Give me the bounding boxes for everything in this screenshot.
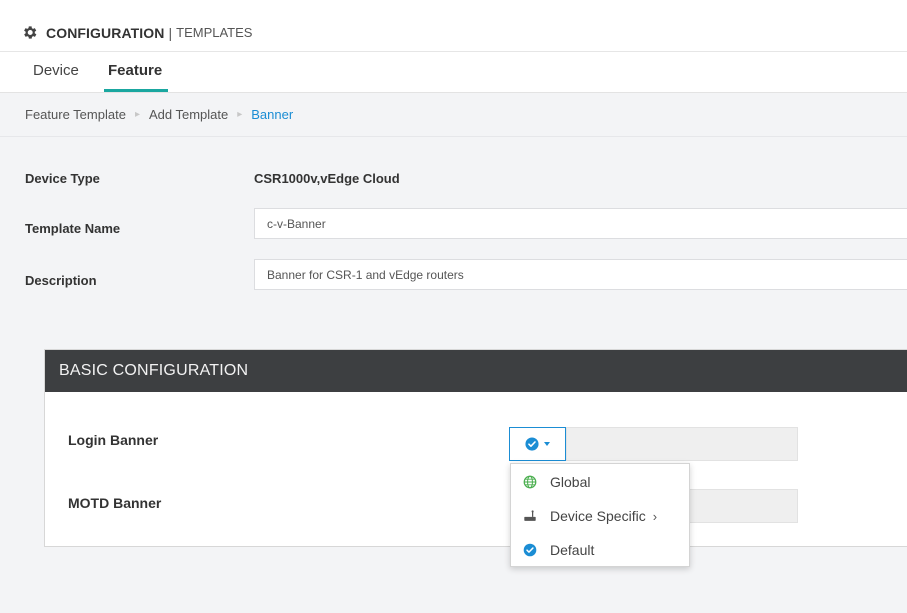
- breadcrumb: Feature Template ▸ Add Template ▸ Banner: [0, 93, 907, 137]
- chevron-right-icon: ›: [652, 508, 658, 524]
- breadcrumb-separator-icon: ▸: [237, 109, 243, 120]
- panel-header[interactable]: BASIC CONFIGURATION: [45, 350, 907, 392]
- globe-icon: [523, 475, 537, 489]
- motd-banner-label: MOTD Banner: [68, 495, 162, 511]
- menu-item-global[interactable]: Global: [511, 467, 689, 497]
- tab-feature[interactable]: Feature: [108, 62, 162, 79]
- template-name-input[interactable]: c-v-Banner: [254, 208, 907, 239]
- check-circle-icon: [523, 543, 537, 557]
- tab-device[interactable]: Device: [33, 62, 79, 79]
- chevron-down-icon: [544, 442, 550, 446]
- tab-bar: Device Feature: [0, 52, 907, 93]
- device-icon: [524, 510, 536, 521]
- active-tab-indicator: [104, 89, 168, 92]
- check-circle-icon: [525, 437, 539, 451]
- page-title: CONFIGURATION: [46, 24, 165, 41]
- menu-item-default[interactable]: Default: [511, 535, 689, 565]
- scope-selector-button[interactable]: [509, 427, 566, 461]
- menu-item-label: Default: [550, 542, 595, 558]
- template-name-label: Template Name: [25, 221, 121, 236]
- menu-item-device-specific[interactable]: Device Specific ›: [511, 501, 689, 531]
- device-type-label: Device Type: [25, 171, 100, 186]
- breadcrumb-separator-icon: ▸: [134, 109, 140, 120]
- scope-dropdown-menu: Global Device Specific › Default: [510, 463, 690, 567]
- menu-item-label: Device Specific: [550, 508, 646, 524]
- page-subtitle: TEMPLATES: [176, 25, 253, 40]
- description-input[interactable]: Banner for CSR-1 and vEdge routers: [254, 259, 907, 290]
- page-header: CONFIGURATION | TEMPLATES: [0, 14, 907, 52]
- breadcrumb-current: Banner: [251, 107, 294, 122]
- menu-item-label: Global: [550, 474, 591, 490]
- breadcrumb-add-template[interactable]: Add Template: [149, 107, 228, 122]
- device-type-value: CSR1000v,vEdge Cloud: [254, 171, 400, 186]
- gear-icon: [24, 26, 37, 39]
- title-separator: |: [168, 24, 173, 41]
- login-banner-label: Login Banner: [68, 432, 159, 448]
- description-label: Description: [25, 273, 97, 288]
- breadcrumb-feature-template[interactable]: Feature Template: [25, 107, 126, 122]
- motd-banner-input[interactable]: [689, 489, 798, 523]
- login-banner-input[interactable]: [566, 427, 798, 461]
